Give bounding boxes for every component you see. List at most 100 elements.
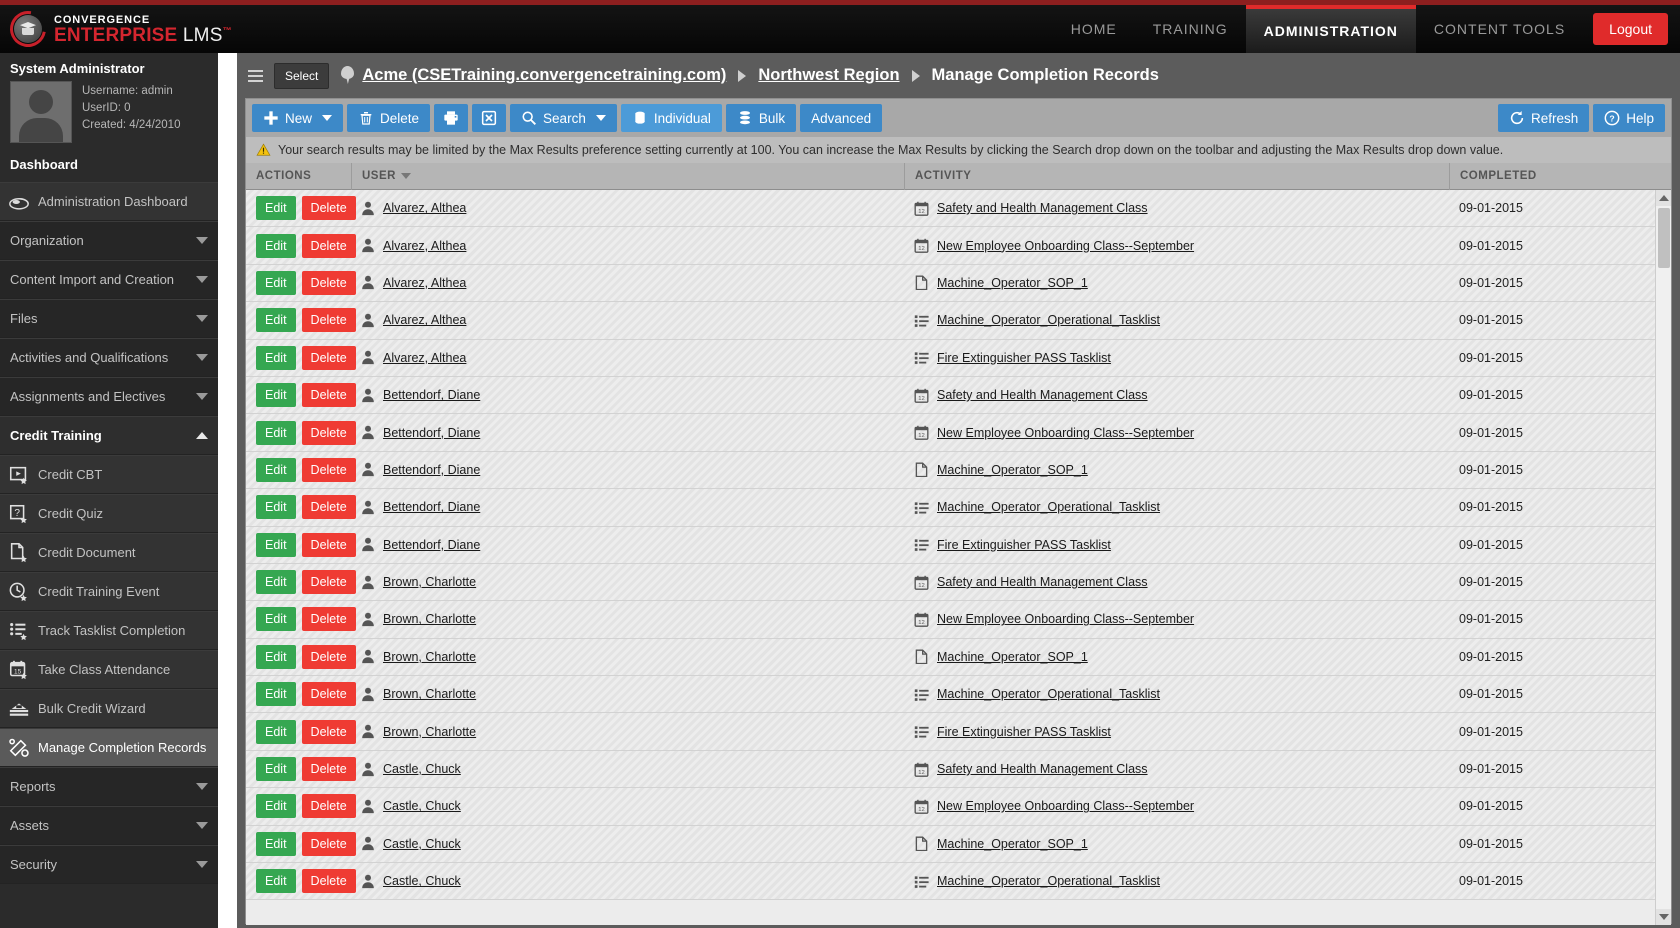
activity-link[interactable]: Machine_Operator_SOP_1 — [937, 463, 1088, 477]
nav-item-home[interactable]: HOME — [1053, 5, 1135, 53]
delete-button[interactable]: Delete — [301, 345, 356, 370]
edit-button[interactable]: Edit — [256, 869, 296, 894]
delete-button[interactable]: Delete — [301, 420, 356, 445]
user-link[interactable]: Bettendorf, Diane — [383, 500, 480, 514]
sidebar-item-assignments-and-electives[interactable]: Assignments and Electives — [0, 377, 218, 416]
delete-button[interactable]: Delete — [301, 682, 356, 707]
delete-button[interactable]: Delete — [301, 532, 356, 557]
delete-button[interactable]: Delete — [301, 308, 356, 333]
delete-button[interactable]: Delete — [301, 607, 356, 632]
menu-toggle-icon[interactable] — [245, 68, 266, 84]
sidebar-item-activities-and-qualifications[interactable]: Activities and Qualifications — [0, 338, 218, 377]
activity-link[interactable]: Machine_Operator_SOP_1 — [937, 837, 1088, 851]
user-link[interactable]: Bettendorf, Diane — [383, 538, 480, 552]
sidebar-item-credit-training[interactable]: Credit Training — [0, 416, 218, 455]
edit-button[interactable]: Edit — [256, 457, 296, 482]
export-button[interactable] — [472, 104, 507, 132]
edit-button[interactable]: Edit — [256, 607, 296, 632]
breadcrumb-item-organization[interactable]: Acme (CSETraining.convergencetraining.co… — [362, 66, 726, 85]
delete-button[interactable]: Delete — [301, 831, 356, 856]
individual-button[interactable]: Individual — [620, 104, 722, 132]
brand-logo[interactable]: CONVERGENCE ENTERPRISE LMS™ — [2, 3, 232, 55]
user-link[interactable]: Brown, Charlotte — [383, 612, 476, 626]
edit-button[interactable]: Edit — [256, 345, 296, 370]
column-header-activity[interactable]: ACTIVITY — [904, 162, 1449, 190]
activity-link[interactable]: New Employee Onboarding Class--September — [937, 426, 1194, 440]
delete-button[interactable]: Delete — [301, 570, 356, 595]
user-link[interactable]: Bettendorf, Diane — [383, 388, 480, 402]
user-link[interactable]: Alvarez, Althea — [383, 276, 466, 290]
delete-button[interactable]: Delete — [301, 196, 356, 221]
nav-item-training[interactable]: TRAINING — [1135, 5, 1246, 53]
user-link[interactable]: Brown, Charlotte — [383, 725, 476, 739]
edit-button[interactable]: Edit — [256, 644, 296, 669]
scroll-down-icon[interactable] — [1656, 909, 1671, 925]
delete-button[interactable]: Delete — [301, 270, 356, 295]
sidebar-item-bulk-credit-wizard[interactable]: Bulk Credit Wizard — [0, 689, 218, 728]
column-header-completed[interactable]: COMPLETED — [1449, 162, 1654, 190]
edit-button[interactable]: Edit — [256, 420, 296, 445]
delete-button[interactable]: Delete — [301, 869, 356, 894]
delete-button[interactable]: Delete — [301, 644, 356, 669]
sidebar-item-organization[interactable]: Organization — [0, 221, 218, 260]
user-link[interactable]: Brown, Charlotte — [383, 650, 476, 664]
print-button[interactable] — [434, 104, 469, 132]
edit-button[interactable]: Edit — [256, 196, 296, 221]
sidebar-item-content-import-and-creation[interactable]: Content Import and Creation — [0, 260, 218, 299]
logout-button[interactable]: Logout — [1593, 13, 1668, 45]
delete-button[interactable]: Delete — [301, 457, 356, 482]
delete-button[interactable]: Delete — [301, 495, 356, 520]
bulk-button[interactable]: Bulk — [725, 104, 797, 132]
activity-link[interactable]: Safety and Health Management Class — [937, 575, 1148, 589]
delete-button[interactable]: Delete — [347, 104, 431, 132]
edit-button[interactable]: Edit — [256, 757, 296, 782]
activity-link[interactable]: Machine_Operator_Operational_Tasklist — [937, 313, 1160, 327]
refresh-button[interactable]: Refresh — [1497, 104, 1590, 132]
select-button[interactable]: Select — [274, 62, 330, 89]
user-link[interactable]: Alvarez, Althea — [383, 313, 466, 327]
sidebar-item-credit-cbt[interactable]: Credit CBT — [0, 455, 218, 494]
activity-link[interactable]: Machine_Operator_Operational_Tasklist — [937, 874, 1160, 888]
activity-link[interactable]: New Employee Onboarding Class--September — [937, 799, 1194, 813]
user-link[interactable]: Castle, Chuck — [383, 762, 461, 776]
sidebar-item-manage-completion-records[interactable]: Manage Completion Records — [0, 728, 218, 767]
sidebar-item-security[interactable]: Security — [0, 845, 218, 884]
edit-button[interactable]: Edit — [256, 570, 296, 595]
column-header-user[interactable]: USER — [351, 162, 904, 190]
nav-item-administration[interactable]: ADMINISTRATION — [1245, 5, 1416, 53]
sidebar-item-take-class-attendance[interactable]: 15 Take Class Attendance — [0, 650, 218, 689]
user-link[interactable]: Bettendorf, Diane — [383, 463, 480, 477]
edit-button[interactable]: Edit — [256, 270, 296, 295]
edit-button[interactable]: Edit — [256, 719, 296, 744]
edit-button[interactable]: Edit — [256, 308, 296, 333]
user-link[interactable]: Bettendorf, Diane — [383, 426, 480, 440]
sidebar-item-credit-quiz[interactable]: ? Credit Quiz — [0, 494, 218, 533]
user-link[interactable]: Brown, Charlotte — [383, 575, 476, 589]
edit-button[interactable]: Edit — [256, 682, 296, 707]
new-button[interactable]: New — [252, 104, 344, 132]
user-link[interactable]: Castle, Chuck — [383, 874, 461, 888]
activity-link[interactable]: Safety and Health Management Class — [937, 201, 1148, 215]
activity-link[interactable]: Fire Extinguisher PASS Tasklist — [937, 725, 1111, 739]
user-link[interactable]: Brown, Charlotte — [383, 687, 476, 701]
user-link[interactable]: Castle, Chuck — [383, 799, 461, 813]
edit-button[interactable]: Edit — [256, 383, 296, 408]
help-button[interactable]: ? Help — [1593, 104, 1665, 132]
activity-link[interactable]: Machine_Operator_SOP_1 — [937, 650, 1088, 664]
user-link[interactable]: Alvarez, Althea — [383, 239, 466, 253]
activity-link[interactable]: New Employee Onboarding Class--September — [937, 239, 1194, 253]
activity-link[interactable]: Machine_Operator_Operational_Tasklist — [937, 687, 1160, 701]
activity-link[interactable]: New Employee Onboarding Class--September — [937, 612, 1194, 626]
user-link[interactable]: Alvarez, Althea — [383, 351, 466, 365]
grid-scrollbar[interactable] — [1655, 190, 1671, 925]
activity-link[interactable]: Safety and Health Management Class — [937, 762, 1148, 776]
edit-button[interactable]: Edit — [256, 495, 296, 520]
nav-item-content-tools[interactable]: CONTENT TOOLS — [1416, 5, 1583, 53]
sidebar-item-assets[interactable]: Assets — [0, 806, 218, 845]
activity-link[interactable]: Fire Extinguisher PASS Tasklist — [937, 538, 1111, 552]
edit-button[interactable]: Edit — [256, 233, 296, 258]
edit-button[interactable]: Edit — [256, 831, 296, 856]
user-link[interactable]: Alvarez, Althea — [383, 201, 466, 215]
sidebar-item-credit-document[interactable]: Credit Document — [0, 533, 218, 572]
activity-link[interactable]: Machine_Operator_SOP_1 — [937, 276, 1088, 290]
